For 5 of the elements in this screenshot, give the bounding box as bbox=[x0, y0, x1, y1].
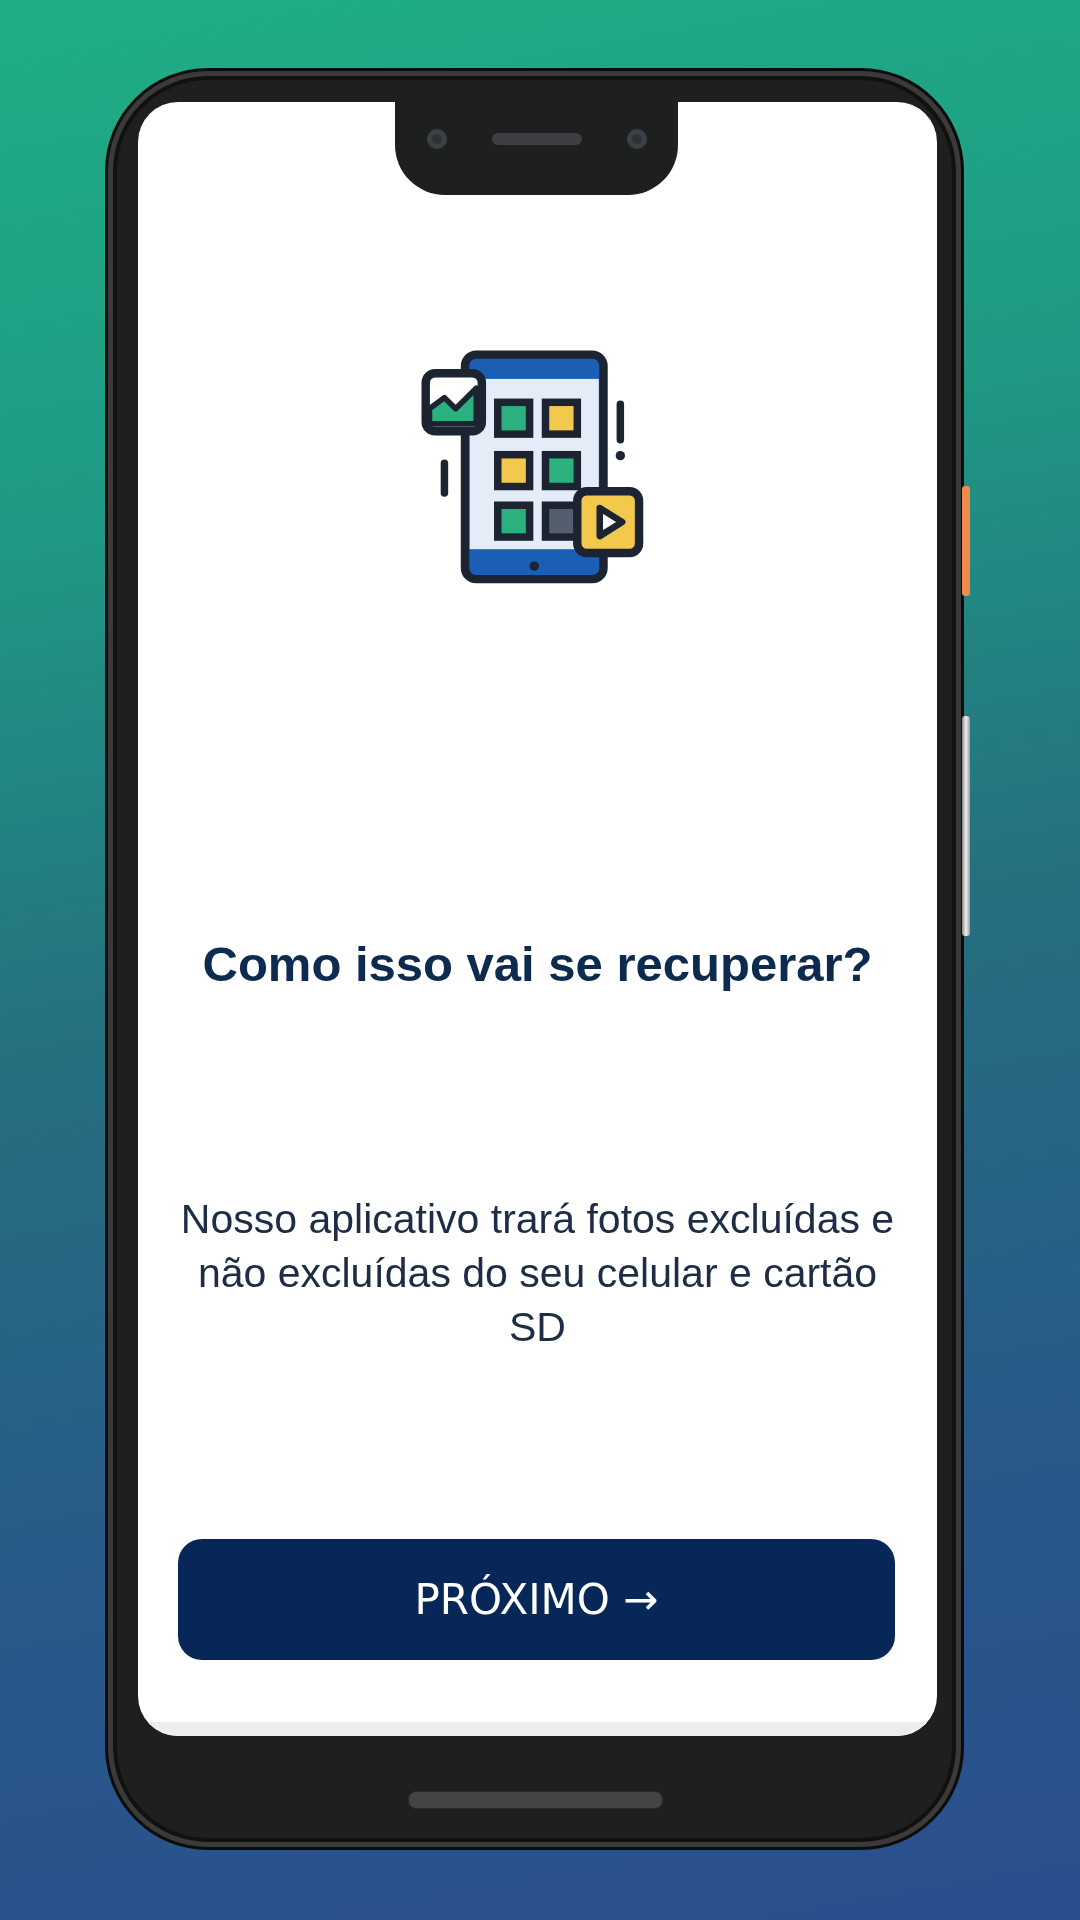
camera-icon bbox=[626, 128, 647, 149]
camera-icon bbox=[426, 128, 447, 149]
screen-title: Como isso vai se recuperar? bbox=[202, 936, 873, 992]
next-button[interactable]: PRÓXIMO → bbox=[178, 1539, 895, 1660]
description-text: Nosso aplicativo trará fotos excluídas e não excluídas do seu celular e cartão SD bbox=[179, 1195, 896, 1352]
